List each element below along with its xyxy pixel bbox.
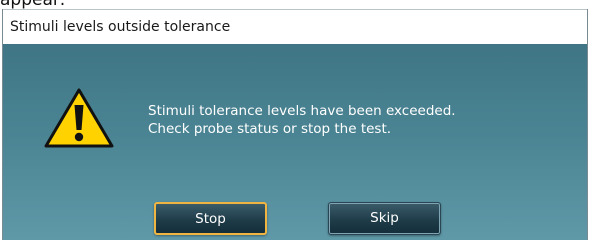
background-text-fragment: appear: [0, 0, 66, 10]
dialog-titlebar[interactable]: Stimuli levels outside tolerance [3, 9, 587, 44]
dialog-title: Stimuli levels outside tolerance [10, 19, 231, 35]
warning-dialog: Stimuli levels outside tolerance Stimuli… [2, 9, 588, 240]
stop-button[interactable]: Stop [154, 202, 267, 235]
message-line-1: Stimuli tolerance levels have been excee… [148, 103, 456, 119]
message-line-2: Check probe status or stop the test. [148, 121, 392, 137]
screenshot-page: appear: Stimuli levels outside tolerance… [0, 0, 589, 240]
skip-button[interactable]: Skip [328, 202, 441, 235]
warning-icon [44, 88, 114, 148]
dialog-message: Stimuli tolerance levels have been excee… [148, 102, 548, 138]
dialog-body: Stimuli tolerance levels have been excee… [3, 44, 587, 240]
